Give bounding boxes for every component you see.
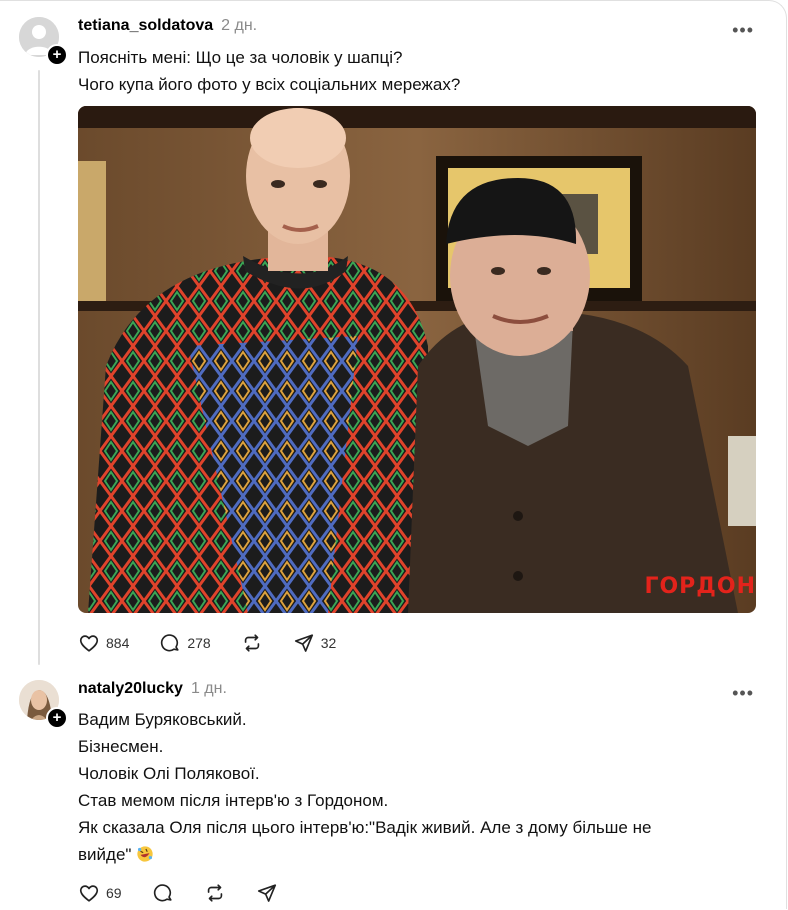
image-watermark: ГОРДОН	[644, 574, 756, 599]
follow-plus-icon[interactable]: +	[46, 44, 68, 66]
heart-icon	[79, 635, 99, 652]
reply-text-line-last: вийде"	[78, 841, 651, 868]
reply-text: Вадим Буряковський. Бізнесмен. Чоловік О…	[78, 706, 651, 868]
timestamp[interactable]: 2 дн.	[221, 17, 257, 35]
reply-text-line: вийде"	[78, 845, 132, 864]
comment-button[interactable]	[152, 882, 174, 904]
share-button[interactable]: 32	[293, 632, 337, 654]
reply-text-line: Як сказала Оля після цього інтерв'ю:"Вад…	[78, 818, 652, 837]
reply-text-line: Бізнесмен.	[78, 737, 164, 756]
reply-text-line: Чоловік Олі Полякової.	[78, 764, 260, 783]
like-count: 884	[106, 635, 130, 651]
heart-icon	[79, 885, 99, 902]
follow-plus-icon[interactable]: +	[46, 707, 68, 729]
repost-icon	[244, 634, 259, 652]
username[interactable]: tetiana_soldatova	[78, 17, 213, 35]
post-text-line: Поясніть мені: Що це за чоловік у шапці?	[78, 48, 403, 67]
comment-icon	[153, 884, 172, 902]
reply-text-line: Став мемом після інтерв'ю з Гордоном.	[78, 791, 389, 810]
comment-icon	[161, 634, 179, 652]
more-options-button[interactable]: •••	[732, 684, 754, 702]
reply-header: nataly20lucky 1 дн.	[78, 680, 227, 698]
send-icon	[257, 884, 276, 902]
username[interactable]: nataly20lucky	[78, 680, 183, 698]
like-count: 69	[106, 885, 122, 901]
post-text: Поясніть мені: Що це за чоловік у шапці?…	[78, 44, 460, 98]
repost-button[interactable]	[241, 632, 263, 654]
post-header: tetiana_soldatova 2 дн.	[78, 17, 257, 35]
timestamp[interactable]: 1 дн.	[191, 680, 227, 698]
like-button[interactable]: 884	[78, 632, 129, 654]
repost-icon	[207, 884, 222, 902]
photo-illustration	[78, 106, 756, 613]
share-button[interactable]	[256, 882, 278, 904]
comment-count: 278	[187, 635, 211, 651]
reply-actions: 69	[78, 882, 308, 904]
thread-line	[38, 70, 40, 665]
more-options-button[interactable]: •••	[732, 21, 754, 39]
comment-button[interactable]: 278	[159, 632, 211, 654]
post-image[interactable]: ГОРДОН	[78, 106, 756, 613]
post-actions: 884 278 32	[78, 632, 366, 654]
laughing-emoji-icon	[137, 846, 153, 862]
share-count: 32	[320, 635, 337, 651]
reply-text-line: Вадим Буряковський.	[78, 710, 247, 729]
like-button[interactable]: 69	[78, 882, 122, 904]
repost-button[interactable]	[204, 882, 226, 904]
post-text-line: Чого купа його фото у всіх соціальних ме…	[78, 75, 461, 94]
send-icon	[294, 634, 313, 652]
